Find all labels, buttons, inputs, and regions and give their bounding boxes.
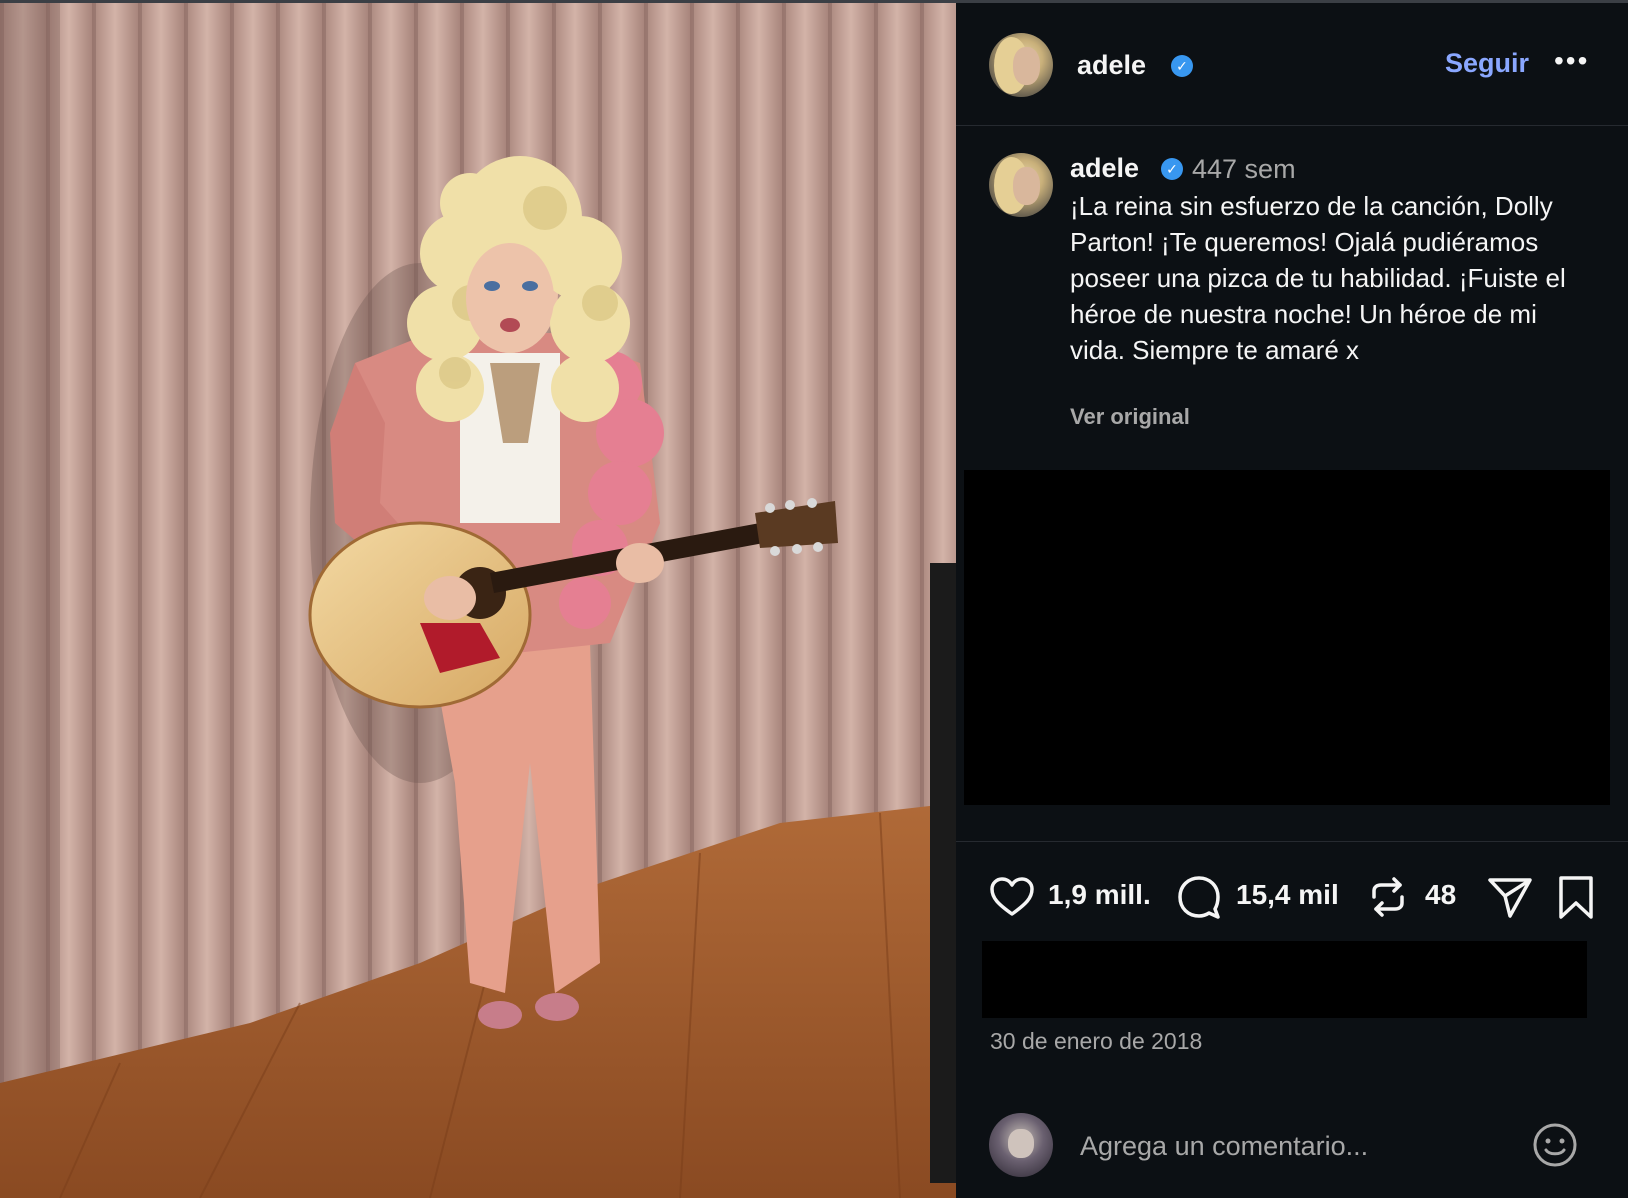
send-icon[interactable] (1486, 873, 1534, 921)
post-date[interactable]: 30 de enero de 2018 (990, 1028, 1202, 1055)
avatar-face (1008, 1129, 1034, 1158)
author-avatar[interactable] (989, 33, 1053, 97)
caption-text: ¡La reina sin esfuerzo de la canción, Do… (1070, 191, 1566, 365)
photo-illustration (0, 3, 956, 1198)
follow-button[interactable]: Seguir (1445, 48, 1529, 79)
caption-username[interactable]: adele (1070, 153, 1139, 184)
caption-time-ago[interactable]: 447 sem (1192, 154, 1296, 185)
like-count[interactable]: 1,9 mill. (1048, 879, 1151, 911)
redacted-area (982, 941, 1587, 1018)
verified-badge-icon: ✓ (1161, 158, 1183, 180)
author-username[interactable]: adele (1077, 50, 1146, 81)
current-user-avatar (989, 1113, 1053, 1177)
comment-bubble-icon[interactable] (1175, 873, 1223, 921)
post-detail-panel: adele ✓ Seguir ••• adele ✓ 447 sem ¡La r… (956, 3, 1628, 1198)
comment-divider (956, 1075, 1628, 1076)
heart-icon[interactable] (988, 873, 1036, 921)
more-options-icon[interactable]: ••• (1554, 47, 1589, 75)
emoji-icon[interactable] (1531, 1121, 1579, 1169)
actions-divider (956, 841, 1628, 843)
repost-count[interactable]: 48 (1425, 879, 1456, 911)
avatar-face (1013, 167, 1041, 206)
comment-input[interactable] (1078, 1123, 1502, 1169)
see-original-link[interactable]: Ver original (1070, 404, 1190, 430)
bookmark-icon[interactable] (1552, 873, 1600, 921)
post-header: adele ✓ Seguir ••• (956, 3, 1628, 126)
avatar-face (1013, 47, 1041, 86)
verified-badge-icon: ✓ (1171, 55, 1193, 77)
post-photo[interactable] (0, 3, 956, 1198)
comment-count[interactable]: 15,4 mil (1236, 879, 1339, 911)
repost-icon[interactable] (1364, 873, 1412, 921)
caption-author-avatar[interactable] (989, 153, 1053, 217)
redacted-area (964, 470, 1610, 805)
